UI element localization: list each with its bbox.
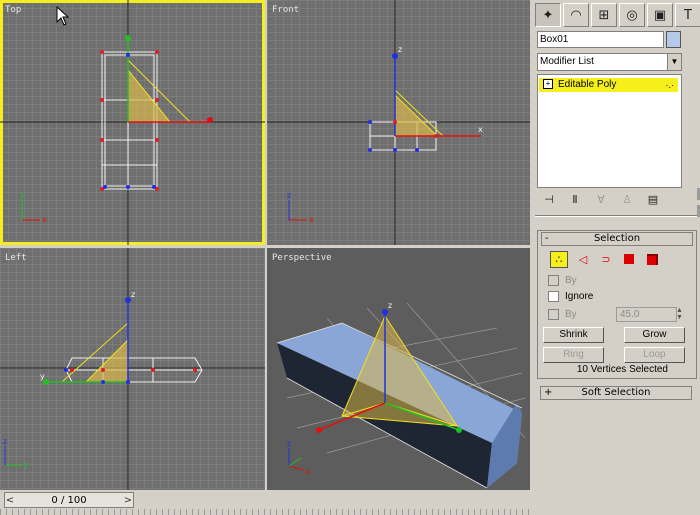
by-angle-checkbox[interactable] [548,309,559,320]
gizmo-z-label-front: z [398,45,402,54]
selection-rollout: - Selection ∴ ◁ ⊃ By Ignore By 45.0 ▲ ▼ S… [537,230,697,379]
time-prev-button[interactable]: < [5,495,15,506]
object-name-field[interactable]: Box01 [537,31,664,48]
time-slider-value: 0 / 100 [51,494,87,506]
top-view-scene: x y [0,0,265,245]
viewport-label-perspective[interactable]: Perspective [272,253,332,263]
ring-button[interactable]: Ring [543,347,604,363]
axis-y-label-top: y [20,191,25,200]
viewport-top[interactable]: Top x y [0,0,265,245]
axis-z-label-left: z [3,437,7,446]
selection-rollout-title: Selection [593,233,641,244]
motion-icon: ◎ [626,7,638,23]
wireframe-mesh-left [65,357,203,383]
gizmo-z-label-left: z [131,290,135,299]
gizmo-x-label-front: x [478,125,483,134]
ignore-backfacing-label: Ignore [565,291,594,302]
chevron-down-icon[interactable]: ▼ [667,54,681,70]
time-bar: < 0 / 100 > [0,490,530,515]
expand-icon[interactable]: + [543,79,553,89]
viewport-label-front[interactable]: Front [272,5,299,15]
front-view-scene: x z x z [267,0,530,245]
selection-status: 10 Vertices Selected [576,364,668,375]
gizmo-y-label-left: y [40,372,45,381]
configure-sets-icon[interactable]: ▤ [645,193,661,206]
viewport-perspective[interactable]: Perspective z z x [267,248,530,490]
modifier-stack[interactable]: + Editable Poly ·.· [537,74,682,188]
by-angle-label: By [565,309,577,320]
by-vertex-label: By [565,275,577,286]
axis-x-label-front: x [309,215,314,224]
show-end-result-icon[interactable]: Ⅱ [567,193,583,206]
gizmo-z-label-persp: z [388,301,392,310]
by-vertex-checkbox[interactable] [548,275,559,286]
by-vertex-row: By [548,275,577,286]
soft-selection-rollout-header[interactable]: + Soft Selection [540,386,692,400]
axis-y-label-left: y [24,460,29,469]
by-angle-row: By 45.0 ▲ ▼ [548,307,688,322]
border-level-icon[interactable]: ⊃ [598,251,614,267]
edge-level-icon[interactable]: ◁ [575,251,591,267]
selection-rollout-header[interactable]: - Selection [541,232,693,246]
motion-tab[interactable]: ◎ [619,3,645,27]
display-tab[interactable]: ▣ [647,3,673,27]
display-icon: ▣ [653,7,667,23]
axis-x-label-persp: x [305,467,310,476]
spinner-arrows-icon[interactable]: ▲ ▼ [676,307,683,321]
grow-button[interactable]: Grow [624,327,685,343]
subobject-dots-icon: ·.· [665,80,675,90]
hierarchy-icon: ⊞ [598,7,610,23]
time-slider[interactable]: < 0 / 100 > [4,492,134,508]
axis-z-label-persp: z [287,439,291,448]
viewport-label-top[interactable]: Top [5,5,21,15]
soft-selection-rollout-title: Soft Selection [581,387,651,398]
create-icon: ✦ [542,7,554,23]
mouse-cursor-icon [56,6,70,26]
collapse-icon: - [545,233,549,244]
stack-item-editable-poly[interactable]: + Editable Poly ·.· [539,78,678,92]
create-tab[interactable]: ✦ [535,3,561,27]
polygon-level-icon[interactable] [621,251,637,267]
vertex-level-icon[interactable]: ∴ [550,251,568,268]
modify-tab[interactable]: ◠ [563,3,589,27]
track-bar[interactable] [0,509,530,515]
make-unique-icon[interactable]: ∀ [593,193,609,206]
modifier-list-label: Modifier List [540,56,594,67]
time-next-button[interactable]: > [123,495,133,506]
perspective-view-scene: z z x [276,301,526,489]
modify-icon: ◠ [570,7,582,23]
utilities-tab[interactable]: T [675,3,700,27]
loop-button[interactable]: Loop [624,347,685,363]
soft-selection-rollout: + Soft Selection [537,385,695,400]
left-view-scene: y z y z [0,248,265,490]
hierarchy-tab[interactable]: ⊞ [591,3,617,27]
remove-modifier-icon[interactable]: ♙ [619,193,635,206]
stack-toolbar: ⊣ Ⅱ ∀ ♙ ▤ [541,193,661,206]
ignore-backfacing-checkbox[interactable] [548,291,559,302]
stack-item-label: Editable Poly [558,79,617,90]
viewport-left[interactable]: Left y z y z [0,248,265,490]
command-panel-tabs: ✦ ◠ ⊞ ◎ ▣ T [535,3,700,27]
viewport-label-left[interactable]: Left [5,253,27,263]
ignore-backfacing-row: Ignore [548,291,593,302]
subobject-level-buttons: ∴ ◁ ⊃ [550,251,660,268]
axis-x-label-top: x [42,215,47,224]
pin-stack-icon[interactable]: ⊣ [541,193,557,206]
command-panel: ✦ ◠ ⊞ ◎ ▣ T Box01 Modifier List ▼ + Edita… [533,0,700,515]
shrink-button[interactable]: Shrink [543,327,604,343]
panel-divider [535,215,698,217]
modifier-list-dropdown[interactable]: Modifier List ▼ [537,53,682,71]
axis-z-label-front: z [287,191,291,200]
expand-icon: + [544,387,553,398]
viewport-front[interactable]: Front x z x z [267,0,530,245]
utilities-icon: T [684,7,692,23]
element-level-icon[interactable] [644,251,660,267]
angle-spinner-input[interactable]: 45.0 [616,307,677,322]
object-color-swatch[interactable] [666,31,681,48]
